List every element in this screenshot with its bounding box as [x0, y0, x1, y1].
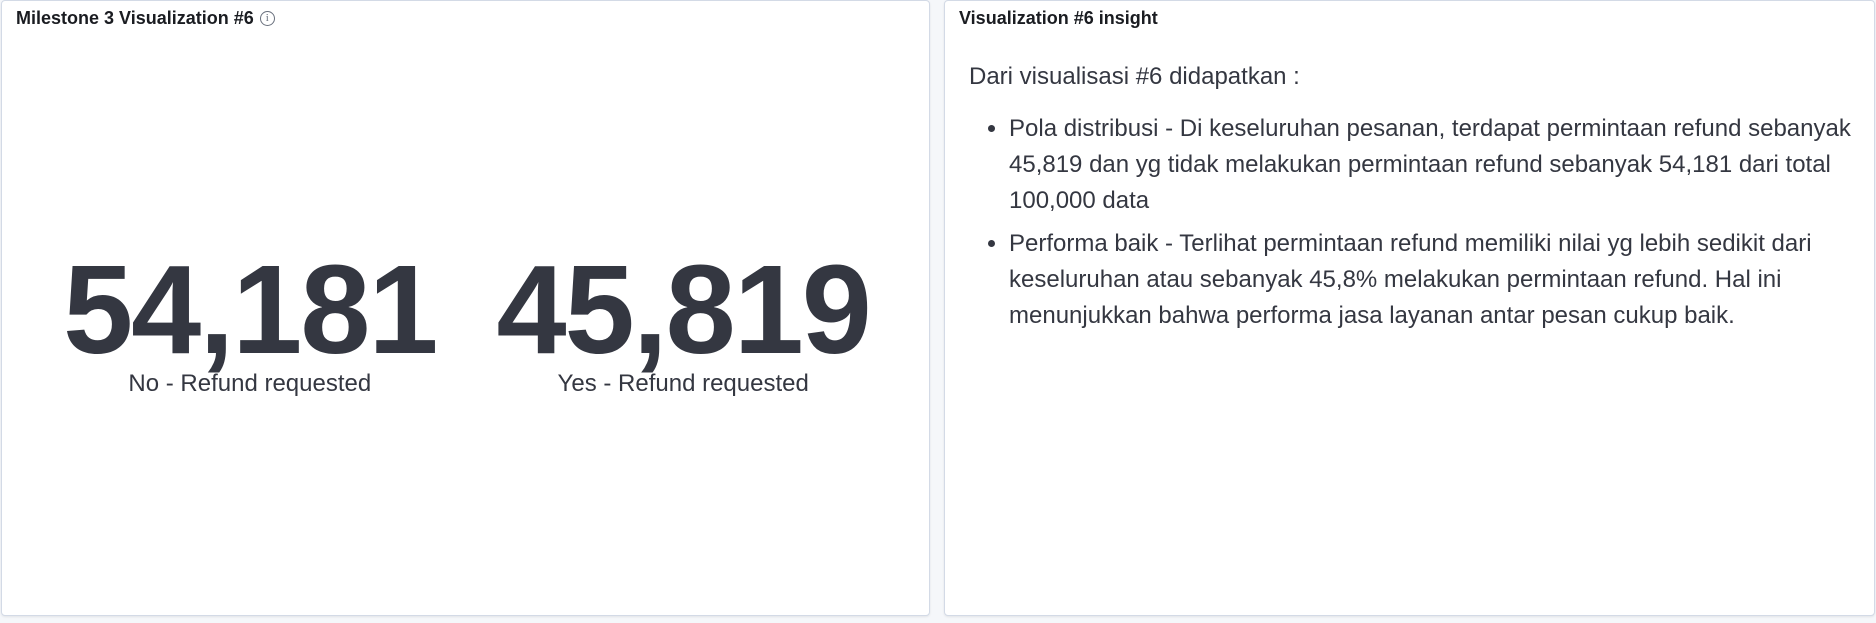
metric-value: 54,181: [63, 239, 438, 380]
metric-no-refund: 54,181 No - Refund requested: [63, 239, 438, 398]
metric-label: No - Refund requested: [128, 370, 372, 397]
insight-intro: Dari visualisasi #6 didapatkan :: [969, 63, 1300, 90]
metric-yes-refund: 45,819 Yes - Refund requested: [496, 239, 872, 398]
panel-title-text: Visualization #6 insight: [959, 8, 1158, 28]
metric-label: Yes - Refund requested: [557, 370, 809, 397]
insight-panel: Visualization #6 insight Dari visualisas…: [944, 0, 1875, 616]
insight-content: Dari visualisasi #6 didapatkan : Pola di…: [969, 59, 1854, 341]
metrics-row: 54,181 No - Refund requested 45,819 Yes …: [2, 239, 931, 398]
panel-title: Milestone 3 Visualization #6 i: [16, 8, 275, 29]
insight-list: Pola distribusi - Di keseluruhan pesanan…: [969, 111, 1854, 334]
metric-panel: Milestone 3 Visualization #6 i 54,181 No…: [1, 0, 930, 616]
metric-value: 45,819: [496, 239, 872, 380]
info-icon[interactable]: i: [259, 11, 275, 26]
panel-title-text: Milestone 3 Visualization #6: [16, 8, 254, 28]
panel-title: Visualization #6 insight: [959, 8, 1158, 29]
insight-bullet: Performa baik - Terlihat permintaan refu…: [1009, 226, 1854, 334]
insight-bullet: Pola distribusi - Di keseluruhan pesanan…: [1009, 111, 1854, 219]
